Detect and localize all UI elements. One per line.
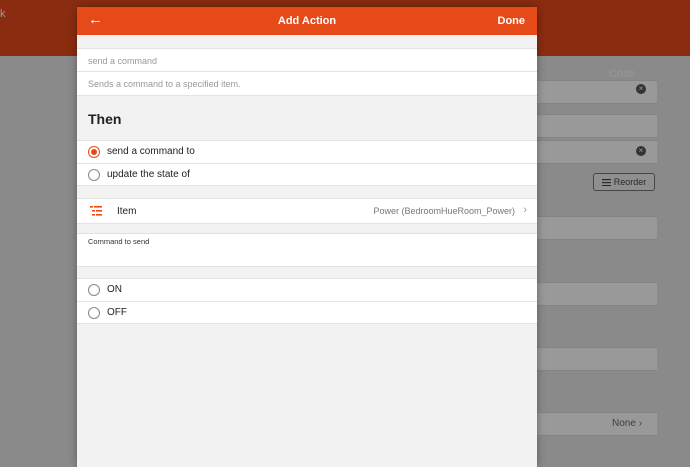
item-value: Power (BedroomHueRoom_Power) xyxy=(373,206,515,216)
option-label: send a command to xyxy=(107,146,195,157)
modal-title: Add Action xyxy=(277,15,337,27)
radio-unchecked-icon[interactable] xyxy=(88,169,100,181)
option-send-command[interactable]: send a command to xyxy=(77,140,537,163)
item-label: Item xyxy=(117,206,137,217)
list-icon xyxy=(90,206,102,216)
description-input[interactable]: Sends a command to a specified item. xyxy=(77,72,537,96)
modal-navbar: ← Add Action Done xyxy=(77,7,537,35)
item-selector-row[interactable]: Item Power (BedroomHueRoom_Power) › xyxy=(77,198,537,224)
section-title-then: Then xyxy=(88,111,122,127)
option-label: update the state of xyxy=(107,169,190,180)
radio-unchecked-icon[interactable] xyxy=(88,284,100,296)
done-button[interactable]: Done xyxy=(498,15,526,27)
chevron-right-icon: › xyxy=(523,204,527,216)
option-update-state[interactable]: update the state of xyxy=(77,163,537,186)
command-to-send-label: Command to send xyxy=(88,237,150,246)
radio-checked-icon[interactable] xyxy=(88,146,100,158)
option-label: OFF xyxy=(107,307,127,318)
option-label: ON xyxy=(107,284,122,295)
command-option-on[interactable]: ON xyxy=(77,278,537,301)
command-option-off[interactable]: OFF xyxy=(77,301,537,324)
command-name-input[interactable]: send a command xyxy=(77,48,537,72)
command-to-send-field[interactable]: Command to send xyxy=(77,233,537,267)
radio-unchecked-icon[interactable] xyxy=(88,307,100,319)
add-action-modal: ← Add Action Done send a command Sends a… xyxy=(77,7,537,467)
